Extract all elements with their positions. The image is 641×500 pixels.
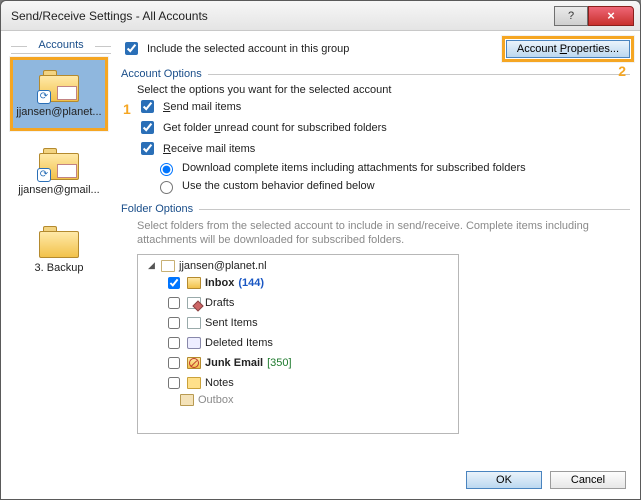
dialog-window: Send/Receive Settings - All Accounts ? ×…	[0, 0, 641, 500]
sent-label: Sent Items	[205, 317, 258, 329]
custom-behavior-label: Use the custom behavior defined below	[182, 180, 375, 192]
tree-root-label: jjansen@planet.nl	[179, 260, 267, 272]
account-folder-icon: ⟳	[39, 70, 79, 102]
collapse-icon[interactable]: ◢	[146, 260, 157, 271]
outbox-icon	[180, 394, 194, 406]
junk-icon	[187, 357, 201, 369]
badge-2: 2	[618, 63, 626, 79]
download-complete-label: Download complete items including attach…	[182, 162, 526, 174]
junk-checkbox[interactable]	[168, 357, 180, 369]
tree-root[interactable]: ◢ jjansen@planet.nl	[146, 259, 452, 273]
accounts-sidebar: Accounts ⟳ jjansen@planet... 1 ⟳ jjansen…	[11, 39, 111, 489]
dialog-footer: OK Cancel	[466, 471, 626, 489]
inbox-label: Inbox	[205, 277, 234, 289]
cancel-button[interactable]: Cancel	[550, 471, 626, 489]
inbox-checkbox[interactable]	[168, 277, 180, 289]
account-label: 3. Backup	[35, 262, 84, 274]
account-label: jjansen@gmail...	[18, 184, 99, 196]
sent-checkbox[interactable]	[168, 317, 180, 329]
notes-label: Notes	[205, 377, 234, 389]
tree-item-junk[interactable]: Junk Email [350]	[164, 353, 452, 373]
titlebar[interactable]: Send/Receive Settings - All Accounts ? ×	[1, 1, 640, 31]
account-folder-icon: ⟳	[39, 148, 79, 180]
unread-count-checkbox[interactable]	[141, 121, 154, 134]
receive-mail-label: Receive mail items	[163, 143, 255, 155]
sidebar-header: Accounts	[11, 39, 111, 54]
mailbox-icon	[161, 260, 175, 272]
drafts-icon	[187, 297, 201, 309]
outbox-label: Outbox	[198, 394, 233, 406]
notes-checkbox[interactable]	[168, 377, 180, 389]
send-mail-checkbox[interactable]	[141, 100, 154, 113]
account-options-intro: Select the options you want for the sele…	[137, 84, 630, 96]
account-item-backup[interactable]: 3. Backup	[11, 214, 107, 286]
account-item-gmail[interactable]: ⟳ jjansen@gmail...	[11, 136, 107, 208]
client-area: Accounts ⟳ jjansen@planet... 1 ⟳ jjansen…	[1, 31, 640, 499]
main-panel: Include the selected account in this gro…	[121, 39, 630, 489]
tree-item-drafts[interactable]: Drafts	[164, 293, 452, 313]
drafts-label: Drafts	[205, 297, 234, 309]
tree-item-notes[interactable]: Notes	[164, 373, 452, 393]
window-buttons: ? ×	[554, 6, 634, 26]
receive-mail-checkbox[interactable]	[141, 142, 154, 155]
include-account-label: Include the selected account in this gro…	[147, 43, 349, 55]
window-title: Send/Receive Settings - All Accounts	[7, 9, 554, 23]
custom-behavior-radio[interactable]	[160, 181, 173, 194]
badge-1: 1	[123, 101, 131, 117]
deleted-checkbox[interactable]	[168, 337, 180, 349]
account-label: jjansen@planet...	[16, 106, 101, 118]
deleted-label: Deleted Items	[205, 337, 273, 349]
junk-label: Junk Email	[205, 357, 263, 369]
include-account-checkbox[interactable]	[125, 42, 138, 55]
sent-icon	[187, 317, 201, 329]
trash-icon	[187, 337, 201, 349]
tree-item-outbox[interactable]: Outbox	[164, 393, 452, 407]
close-button[interactable]: ×	[588, 6, 634, 26]
tree-item-deleted[interactable]: Deleted Items	[164, 333, 452, 353]
account-folder-icon	[39, 226, 79, 258]
folder-options-title: Folder Options	[121, 203, 630, 215]
ok-button[interactable]: OK	[466, 471, 542, 489]
send-mail-label: Send mail items	[163, 101, 241, 113]
account-item-planet[interactable]: ⟳ jjansen@planet...	[11, 58, 107, 130]
junk-count: [350]	[267, 357, 291, 369]
download-complete-radio[interactable]	[160, 163, 173, 176]
folder-tree[interactable]: ◢ jjansen@planet.nl Inbox (144)	[137, 254, 459, 434]
tree-item-sent[interactable]: Sent Items	[164, 313, 452, 333]
unread-count-label: Get folder unread count for subscribed f…	[163, 122, 387, 134]
inbox-count: (144)	[238, 277, 264, 289]
help-button[interactable]: ?	[554, 6, 588, 26]
account-options-title: Account Options	[121, 68, 630, 80]
folder-options-intro: Select folders from the selected account…	[137, 219, 630, 248]
drafts-checkbox[interactable]	[168, 297, 180, 309]
notes-icon	[187, 377, 201, 389]
account-properties-button[interactable]: Account Properties...	[506, 40, 630, 58]
inbox-icon	[187, 277, 201, 289]
tree-item-inbox[interactable]: Inbox (144)	[164, 273, 452, 293]
